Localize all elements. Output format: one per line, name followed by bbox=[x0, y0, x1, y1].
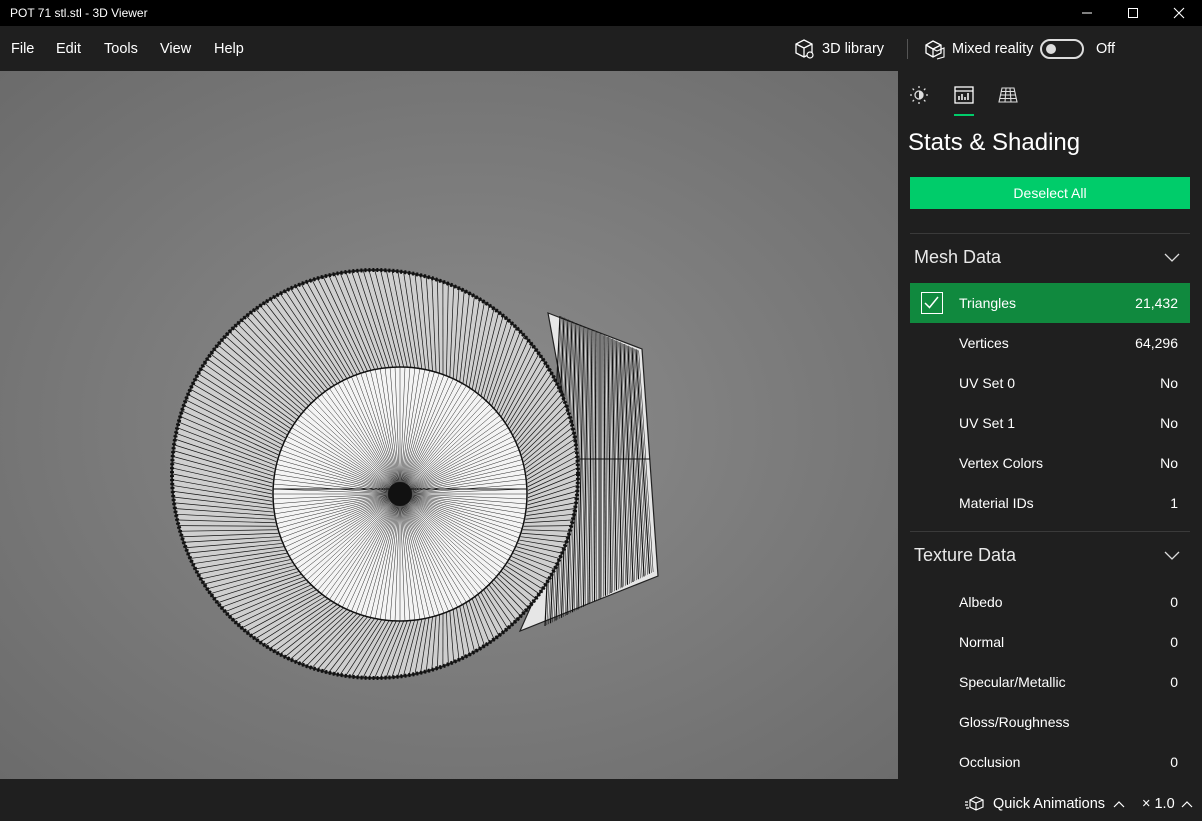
row-label: Vertex Colors bbox=[959, 455, 1044, 471]
animation-cube-icon bbox=[965, 796, 984, 811]
close-button[interactable] bbox=[1156, 0, 1202, 26]
row-value: 1 bbox=[1170, 495, 1178, 511]
menu-bar: File Edit Tools View Help 3D library Mix… bbox=[0, 26, 1202, 71]
row-value: No bbox=[1160, 455, 1178, 471]
chevron-down-icon[interactable] bbox=[1164, 253, 1180, 263]
row-value: No bbox=[1160, 415, 1178, 431]
stats-panel: Stats & Shading Deselect All Mesh Data T… bbox=[898, 71, 1202, 779]
speed-button[interactable]: × 1.0 bbox=[1142, 779, 1193, 821]
mesh-row-triangles[interactable]: Triangles 21,432 bbox=[910, 283, 1190, 323]
minimize-button[interactable] bbox=[1064, 0, 1110, 26]
tab-stats[interactable] bbox=[952, 83, 976, 107]
menu-edit[interactable]: Edit bbox=[56, 26, 81, 71]
texture-data-heading[interactable]: Texture Data bbox=[914, 545, 1016, 566]
row-label: UV Set 0 bbox=[959, 375, 1016, 391]
mesh-row-uv-set-1[interactable]: UV Set 1 No bbox=[910, 403, 1190, 443]
divider bbox=[910, 531, 1190, 532]
mixed-reality-state: Off bbox=[1096, 41, 1116, 57]
mesh-row-vertices[interactable]: Vertices 64,296 bbox=[910, 323, 1190, 363]
menu-view[interactable]: View bbox=[160, 26, 191, 71]
chevron-up-icon bbox=[1181, 801, 1193, 808]
stats-chart-icon bbox=[954, 86, 974, 104]
panel-title: Stats & Shading bbox=[908, 129, 1081, 156]
mesh-row-uv-set-0[interactable]: UV Set 0 No bbox=[910, 363, 1190, 403]
3d-library-label: 3D library bbox=[822, 40, 885, 57]
row-value: No bbox=[1160, 375, 1178, 391]
row-value: 0 bbox=[1170, 754, 1178, 770]
mesh-data-heading[interactable]: Mesh Data bbox=[914, 247, 1001, 268]
3d-library-button[interactable]: 3D library bbox=[793, 26, 884, 71]
minimize-icon bbox=[1082, 12, 1092, 14]
row-value: 0 bbox=[1170, 634, 1178, 650]
texture-row-specular-metallic[interactable]: Specular/Metallic 0 bbox=[910, 662, 1190, 702]
wireframe-model bbox=[170, 268, 659, 680]
mixed-reality-toggle[interactable] bbox=[1040, 39, 1084, 59]
row-value: 21,432 bbox=[1135, 295, 1178, 311]
triangles-checkbox[interactable] bbox=[921, 292, 943, 314]
menu-file[interactable]: File bbox=[11, 26, 34, 71]
active-tab-indicator bbox=[954, 114, 974, 116]
row-label: Vertices bbox=[959, 335, 1009, 351]
grid-icon bbox=[998, 87, 1018, 103]
status-bar: Quick Animations × 1.0 bbox=[0, 779, 1202, 821]
tab-grid[interactable] bbox=[996, 83, 1020, 107]
chevron-down-icon[interactable] bbox=[1164, 551, 1180, 561]
row-label: Material IDs bbox=[959, 495, 1034, 511]
menu-tools[interactable]: Tools bbox=[104, 26, 138, 71]
row-label: Normal bbox=[959, 634, 1005, 650]
cube-icon bbox=[795, 38, 814, 59]
texture-row-normal[interactable]: Normal 0 bbox=[910, 622, 1190, 662]
row-label: Specular/Metallic bbox=[959, 674, 1066, 690]
close-icon bbox=[1173, 7, 1185, 19]
texture-row-gloss-roughness[interactable]: Gloss/Roughness bbox=[910, 702, 1190, 742]
tab-lighting[interactable] bbox=[907, 83, 931, 107]
maximize-button[interactable] bbox=[1110, 0, 1156, 26]
mesh-row-vertex-colors[interactable]: Vertex Colors No bbox=[910, 443, 1190, 483]
row-value: 0 bbox=[1170, 674, 1178, 690]
deselect-all-button[interactable]: Deselect All bbox=[910, 177, 1190, 209]
texture-row-albedo[interactable]: Albedo 0 bbox=[910, 582, 1190, 622]
checkmark-icon bbox=[924, 296, 939, 309]
model-disk-center bbox=[388, 482, 412, 506]
title-bar: POT 71 stl.stl - 3D Viewer bbox=[0, 0, 1202, 26]
texture-row-occlusion[interactable]: Occlusion 0 bbox=[910, 742, 1190, 779]
3d-viewport[interactable] bbox=[0, 71, 898, 779]
row-value: 64,296 bbox=[1135, 335, 1178, 351]
row-label: Occlusion bbox=[959, 754, 1021, 770]
sun-icon bbox=[910, 86, 928, 104]
quick-animations-button[interactable]: Quick Animations bbox=[964, 779, 1125, 821]
mixed-reality-label: Mixed reality bbox=[952, 40, 1034, 57]
row-value: 0 bbox=[1170, 594, 1178, 610]
speed-value: × 1.0 bbox=[1142, 796, 1175, 812]
chevron-up-icon bbox=[1113, 801, 1125, 808]
menu-help[interactable]: Help bbox=[214, 26, 244, 71]
mixed-reality-icon bbox=[925, 39, 945, 60]
toggle-knob bbox=[1046, 44, 1056, 54]
row-label: Albedo bbox=[959, 594, 1003, 610]
mixed-reality-button[interactable]: Mixed reality bbox=[924, 26, 1033, 71]
menu-separator bbox=[907, 39, 908, 59]
quick-animations-label: Quick Animations bbox=[993, 796, 1106, 812]
mesh-row-material-ids[interactable]: Material IDs 1 bbox=[910, 483, 1190, 523]
row-label: UV Set 1 bbox=[959, 415, 1016, 431]
maximize-icon bbox=[1128, 8, 1138, 18]
row-label: Triangles bbox=[959, 295, 1017, 311]
window-title: POT 71 stl.stl - 3D Viewer bbox=[10, 6, 148, 20]
row-label: Gloss/Roughness bbox=[959, 714, 1070, 730]
divider bbox=[910, 233, 1190, 234]
